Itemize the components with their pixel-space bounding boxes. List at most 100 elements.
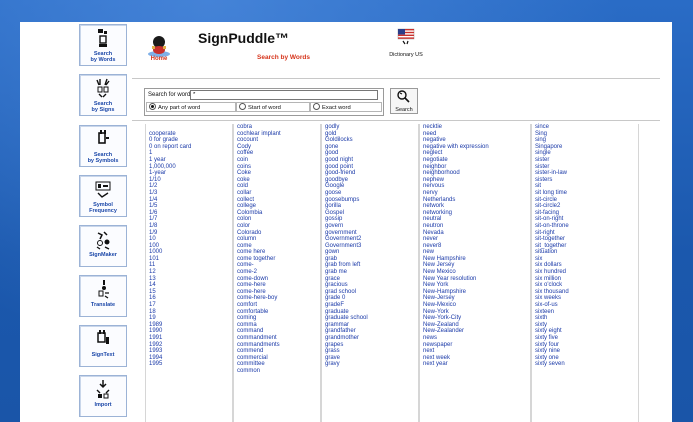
word-link[interactable]: grammar [322,322,418,329]
word-link[interactable]: sit-right [532,230,638,237]
word-link[interactable]: 1/3 [146,190,232,197]
word-link[interactable]: 1 year [146,157,232,164]
word-link[interactable]: 11 [146,262,232,269]
word-link[interactable]: Google [322,183,418,190]
word-link[interactable]: coin [234,157,320,164]
word-link[interactable]: New-Zealander [420,328,530,335]
word-link[interactable]: goosebumps [322,197,418,204]
word-link[interactable]: Netherlands [420,197,530,204]
word-link[interactable]: sixty [532,322,638,329]
word-link[interactable]: New York [420,282,530,289]
word-link[interactable]: sit-facing [532,210,638,217]
word-link[interactable]: Singapore [532,144,638,151]
word-link[interactable]: New Jersey [420,262,530,269]
search-input[interactable] [190,90,378,100]
word-link[interactable]: never [420,236,530,243]
radio-button-selected[interactable] [149,103,156,110]
word-link[interactable]: Cody [234,144,320,151]
word-link[interactable]: gossip [322,216,418,223]
word-link[interactable]: Nevada [420,230,530,237]
word-link[interactable]: next week [420,355,530,362]
word-link[interactable]: newspaper [420,342,530,349]
word-link[interactable]: sixty nine [532,348,638,355]
word-link[interactable]: New-York-City [420,315,530,322]
sidebar-item-signmaker[interactable]: SignMaker [79,225,127,267]
word-link[interactable]: neutral [420,216,530,223]
word-link[interactable]: column [234,236,320,243]
word-link[interactable]: command [234,328,320,335]
word-link[interactable]: 1993 [146,348,232,355]
word-link[interactable]: come-down [234,276,320,283]
word-link[interactable]: sixty four [532,342,638,349]
word-link[interactable]: negotiate [420,157,530,164]
word-link[interactable]: 1989 [146,322,232,329]
word-link[interactable]: need [420,131,530,138]
word-link[interactable]: 13 [146,276,232,283]
word-link[interactable]: come together [234,256,320,263]
word-link[interactable]: sit long time [532,190,638,197]
sidebar-item-translate[interactable]: Translate [79,275,127,317]
word-link[interactable]: grave [322,355,418,362]
word-link[interactable]: New Year resolution [420,276,530,283]
word-link[interactable]: coming [234,315,320,322]
word-link[interactable]: new [420,249,530,256]
word-link[interactable]: commend [234,348,320,355]
word-link[interactable]: coins [234,164,320,171]
sidebar-item-search-by-signs[interactable]: Search by Signs [79,74,127,116]
word-link[interactable]: six o'clock [532,282,638,289]
dictionary-button[interactable]: Dictionary US [386,28,426,66]
word-link[interactable]: good night [322,157,418,164]
word-link[interactable]: sit-on-throne [532,223,638,230]
word-link[interactable]: next year [420,361,530,368]
word-link[interactable]: Colombia [234,210,320,217]
word-link[interactable]: sixty one [532,355,638,362]
word-link[interactable]: 16 [146,295,232,302]
word-link[interactable]: neighbor [420,164,530,171]
word-link[interactable]: 1992 [146,342,232,349]
word-link[interactable]: sit_together [532,243,638,250]
word-link[interactable]: necktie [420,124,530,131]
word-link[interactable]: 10 [146,236,232,243]
radio-button[interactable] [313,103,320,110]
radio-any-part[interactable]: Any part of word [146,102,236,112]
word-link[interactable]: goodbye [322,177,418,184]
word-link[interactable]: grass [322,348,418,355]
radio-exact-word[interactable]: Exact word [310,102,382,112]
word-link[interactable]: grab me [322,269,418,276]
word-link[interactable]: cooperate [146,131,232,138]
sidebar-item-search-by-symbols[interactable]: Search by Symbols [79,125,127,167]
word-link[interactable]: sit-together [532,236,638,243]
word-link[interactable]: graduate school [322,315,418,322]
word-link[interactable]: cold [234,183,320,190]
word-link[interactable]: 1 [146,150,232,157]
sidebar-item-import[interactable]: Import [79,375,127,417]
word-link[interactable]: govern [322,223,418,230]
word-link[interactable]: 1/8 [146,223,232,230]
word-link[interactable]: 19 [146,315,232,322]
word-link[interactable]: sit-on-right [532,216,638,223]
word-link[interactable]: New-Jersey [420,295,530,302]
word-link[interactable]: color [234,223,320,230]
word-link[interactable]: Government3 [322,243,418,250]
word-link[interactable]: gravy [322,361,418,368]
word-link[interactable]: graduate [322,309,418,316]
word-link[interactable]: comma [234,322,320,329]
home-button[interactable] [144,32,174,72]
word-link[interactable]: gone [322,144,418,151]
word-link[interactable]: collar [234,190,320,197]
word-link[interactable]: Coke [234,170,320,177]
word-link[interactable]: commercial [234,355,320,362]
word-link[interactable]: grab [322,256,418,263]
word-link[interactable]: come here [234,249,320,256]
word-link[interactable]: 1-year [146,170,232,177]
word-link[interactable]: six million [532,276,638,283]
word-link[interactable]: sit [532,183,638,190]
word-link[interactable]: gradeF [322,302,418,309]
word-link[interactable]: come-2 [234,269,320,276]
word-link[interactable]: nephew [420,177,530,184]
word-link[interactable]: come- [234,262,320,269]
word-link[interactable]: comfort [234,302,320,309]
word-link[interactable]: 100 [146,243,232,250]
word-link[interactable]: six weeks [532,295,638,302]
word-link[interactable]: goose [322,190,418,197]
